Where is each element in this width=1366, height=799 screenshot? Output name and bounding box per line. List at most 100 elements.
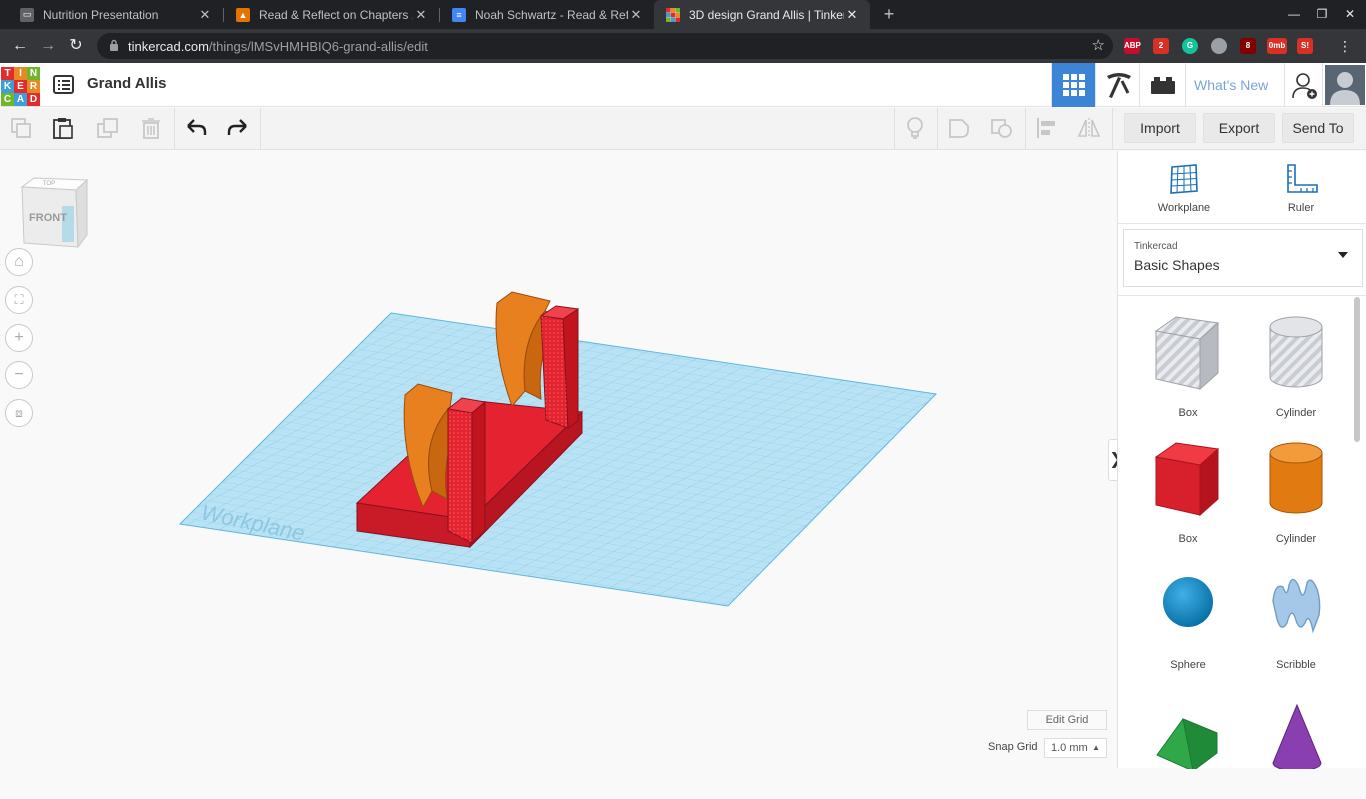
tab-title: 3D design Grand Allis | Tinkercad	[689, 7, 844, 22]
redo-icon[interactable]	[226, 116, 250, 140]
bricks-view-button[interactable]	[1139, 63, 1185, 107]
undo-icon[interactable]	[184, 116, 208, 140]
tab-title: Read & Reflect on Chapters 15-1	[259, 7, 413, 22]
export-button[interactable]: Export	[1203, 113, 1275, 143]
send-to-button[interactable]: Send To	[1282, 113, 1354, 143]
logo-letter: E	[14, 80, 27, 93]
3d-viewport[interactable]: TOP FRONT ⌂ ⛶ + − ⧈ Workplane ❯ Edit Gri…	[0, 151, 1124, 768]
extension-2-icon[interactable]: 2	[1153, 38, 1169, 54]
cylinder-hole-icon	[1269, 316, 1323, 388]
snap-grid-select[interactable]: 1.0 mm ▲	[1044, 738, 1107, 758]
snap-grid-label: Snap Grid	[988, 741, 1038, 753]
mirror-icon[interactable]	[1077, 116, 1101, 140]
browser-toolbar: ← → ↻ tinkercad.com/things/lMSvHMHBIQ6-g…	[0, 29, 1366, 63]
bookmark-star-icon[interactable]: ☆	[1092, 36, 1105, 54]
close-icon[interactable]: ✕	[628, 7, 644, 23]
workplane-label: Workplane	[1157, 202, 1211, 214]
workplane-scene[interactable]: Workplane	[0, 151, 1117, 768]
browser-tab-bar: ▭ Nutrition Presentation ✕ ▲ Read & Refl…	[0, 0, 1366, 29]
shape-label: Box	[1178, 407, 1198, 419]
forward-arrow-icon[interactable]: →	[36, 34, 60, 58]
red-post-back-shape[interactable]	[539, 305, 580, 429]
logo-letter: A	[14, 93, 27, 106]
logo-letter: R	[27, 80, 40, 93]
chrome-menu-icon[interactable]: ⋮	[1333, 34, 1357, 58]
lightbulb-icon[interactable]	[903, 116, 927, 140]
purple-cone-icon	[1272, 703, 1322, 769]
extension-s-icon[interactable]: S!	[1297, 38, 1313, 54]
logo-letter: C	[1, 93, 14, 106]
green-roof-icon	[1156, 718, 1218, 769]
url-text: tinkercad.com/things/lMSvHMHBIQ6-grand-a…	[128, 39, 428, 54]
toolbar-divider	[174, 108, 175, 150]
close-icon[interactable]: ✕	[413, 7, 429, 23]
tinkercad-logo[interactable]: T I N K E R C A D	[1, 67, 41, 107]
ungroup-icon[interactable]	[990, 116, 1014, 140]
workplane-tool-button[interactable]: Workplane	[1144, 157, 1224, 221]
group-icon[interactable]	[947, 116, 971, 140]
scribble-icon	[1272, 578, 1321, 634]
brick-icon	[1151, 77, 1175, 94]
ublock-icon[interactable]: 8	[1240, 38, 1256, 54]
close-icon[interactable]: ✕	[197, 7, 213, 23]
design-list-icon[interactable]	[53, 75, 74, 94]
shapes-scrollbar[interactable]	[1354, 297, 1360, 442]
panel-divider	[1118, 295, 1366, 296]
docs-icon: ≡	[452, 7, 466, 22]
memory-extension-icon[interactable]: 0mb	[1267, 38, 1287, 54]
tinkercad-header: T I N K E R C A D Grand Allis What's New	[0, 63, 1366, 107]
window-close-icon[interactable]: ✕	[1334, 0, 1366, 29]
extension-gear-icon[interactable]	[1211, 38, 1227, 54]
edit-grid-button[interactable]: Edit Grid	[1027, 710, 1107, 730]
shape-scribble[interactable]: Scribble	[1251, 563, 1341, 673]
address-bar[interactable]: tinkercad.com/things/lMSvHMHBIQ6-grand-a…	[97, 33, 1113, 59]
new-tab-button[interactable]: +	[878, 3, 900, 25]
logo-letter: K	[1, 80, 14, 93]
shape-library-source: Tinkercad	[1134, 241, 1178, 252]
3d-view-button[interactable]	[1051, 63, 1095, 107]
minecraft-view-button[interactable]	[1095, 63, 1139, 107]
toolbar-divider	[1025, 108, 1026, 150]
close-icon[interactable]: ✕	[844, 7, 860, 23]
add-user-icon	[1292, 73, 1317, 99]
tab-title: Noah Schwartz - Read & Reflect	[475, 7, 628, 22]
whats-new-link[interactable]: What's New	[1194, 77, 1268, 93]
profile-avatar-button[interactable]	[1322, 63, 1366, 107]
shape-category-dropdown[interactable]: Tinkercad Basic Shapes	[1123, 229, 1363, 287]
red-post-front-shape[interactable]	[446, 397, 487, 545]
browser-tab-read-reflect[interactable]: ▲ Read & Reflect on Chapters 15-1 ✕	[224, 0, 439, 29]
browser-tab-tinkercad[interactable]: 3D design Grand Allis | Tinkercad ✕	[654, 0, 870, 29]
trash-icon[interactable]	[139, 116, 163, 140]
browser-tab-noah-doc[interactable]: ≡ Noah Schwartz - Read & Reflect ✕	[440, 0, 654, 29]
assignment-icon: ▲	[236, 7, 250, 22]
shape-box-hole[interactable]: Box	[1143, 311, 1233, 421]
back-arrow-icon[interactable]: ←	[8, 34, 32, 58]
import-button[interactable]: Import	[1124, 113, 1196, 143]
box-hole-icon	[1154, 316, 1220, 391]
shape-box[interactable]: Box	[1143, 437, 1233, 547]
design-title[interactable]: Grand Allis	[87, 75, 166, 92]
invite-user-button[interactable]	[1284, 63, 1322, 107]
browser-tab-nutrition[interactable]: ▭ Nutrition Presentation ✕	[8, 0, 223, 29]
shape-cylinder-hole[interactable]: Cylinder	[1251, 311, 1341, 421]
paste-icon[interactable]	[51, 116, 75, 140]
reload-icon[interactable]: ↻	[64, 34, 88, 58]
duplicate-icon[interactable]	[96, 116, 120, 140]
shape-sphere[interactable]: Sphere	[1143, 563, 1233, 673]
shape-cylinder[interactable]: Cylinder	[1251, 437, 1341, 547]
snap-grid-value: 1.0 mm	[1051, 742, 1088, 754]
ruler-tool-button[interactable]: Ruler	[1261, 157, 1341, 221]
shape-roof[interactable]	[1143, 689, 1233, 799]
logo-letter: T	[1, 67, 14, 80]
edit-toolbar: Import Export Send To	[0, 108, 1366, 150]
workplane-icon	[1170, 164, 1198, 194]
grammarly-icon[interactable]: G	[1182, 38, 1198, 54]
shape-cone[interactable]	[1251, 689, 1341, 799]
logo-letter: D	[27, 93, 40, 106]
avatar	[1325, 65, 1365, 105]
adblock-extension-icon[interactable]: ABP	[1124, 38, 1141, 54]
align-icon[interactable]	[1035, 116, 1059, 140]
ruler-icon	[1287, 164, 1318, 193]
copy-icon[interactable]	[9, 116, 33, 140]
slides-icon: ▭	[20, 7, 34, 22]
